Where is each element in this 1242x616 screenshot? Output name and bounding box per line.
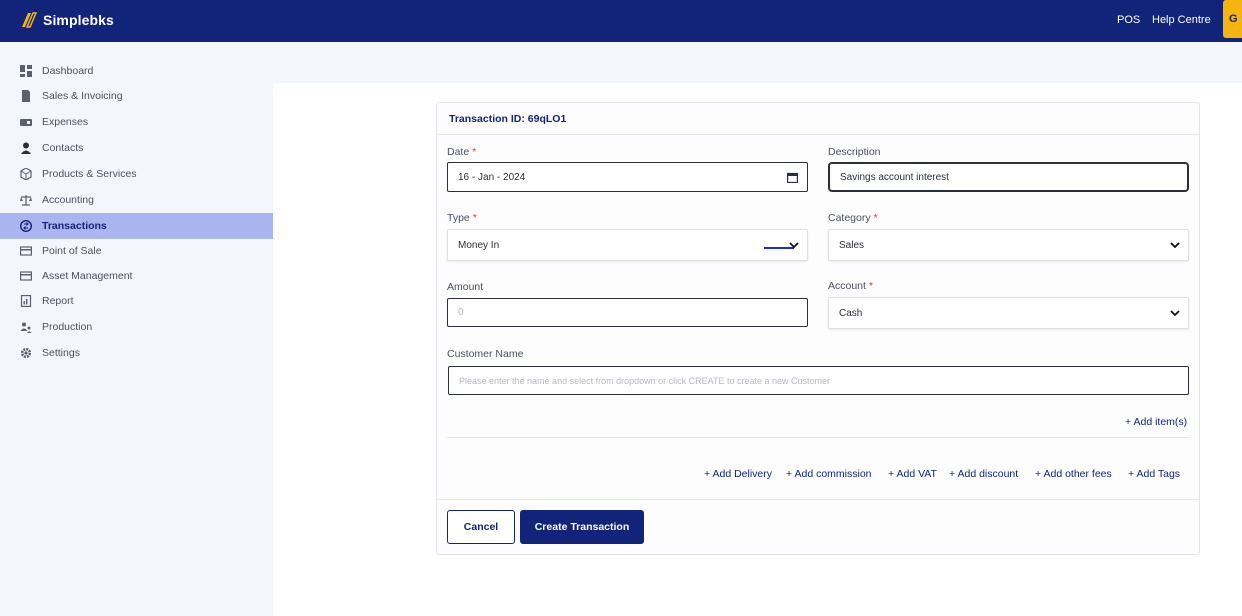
add-tags-link[interactable]: + Add Tags xyxy=(1128,468,1180,480)
divider xyxy=(447,437,1189,438)
scale-icon xyxy=(20,194,32,206)
sidebar-item-label: Report xyxy=(42,295,74,307)
transfer-icon xyxy=(20,220,32,232)
logo-icon xyxy=(22,12,38,28)
type-value: Money In xyxy=(458,239,500,251)
dashboard-icon xyxy=(20,65,32,77)
card-icon xyxy=(20,270,32,282)
add-items-link[interactable]: + Add item(s) xyxy=(1125,416,1187,428)
cancel-button[interactable]: Cancel xyxy=(447,510,515,544)
chevron-down-icon[interactable] xyxy=(1170,308,1180,318)
sidebar-item-expenses[interactable]: Expenses xyxy=(0,109,273,135)
sidebar-item-label: Dashboard xyxy=(42,65,94,77)
amount-placeholder: 0 xyxy=(458,307,464,318)
add-discount-link[interactable]: + Add discount xyxy=(949,468,1018,480)
sidebar-item-report[interactable]: Report xyxy=(0,288,273,314)
brand-logo[interactable]: Simplebks xyxy=(18,9,114,31)
sidebar-item-sales-invoicing[interactable]: Sales & Invoicing xyxy=(0,83,273,109)
sidebar-item-label: Contacts xyxy=(42,142,84,154)
add-commission-link[interactable]: + Add commission xyxy=(786,468,872,480)
sidebar-item-label: Point of Sale xyxy=(42,245,102,257)
gear-icon xyxy=(20,347,32,359)
create-transaction-button[interactable]: Create Transaction xyxy=(520,510,644,544)
date-label: Date * xyxy=(447,146,477,158)
file-icon xyxy=(20,90,32,102)
cta-button[interactable]: G xyxy=(1223,0,1242,38)
wallet-icon xyxy=(20,116,32,128)
sidebar-item-settings[interactable]: Settings xyxy=(0,340,273,366)
description-value: Savings account interest xyxy=(840,171,949,183)
chevron-down-icon[interactable] xyxy=(789,240,799,250)
calendar-icon[interactable] xyxy=(787,172,799,184)
sidebar-item-point-of-sale[interactable]: Point of Sale xyxy=(0,238,273,264)
nav-link-help-centre[interactable]: Help Centre xyxy=(1152,14,1211,26)
type-select[interactable]: Money In xyxy=(447,229,808,261)
sidebar-item-transactions[interactable]: Transactions xyxy=(0,213,273,239)
chevron-down-icon[interactable] xyxy=(1170,240,1180,250)
description-input[interactable]: Savings account interest xyxy=(828,162,1189,192)
customer-name-input[interactable]: Please enter the name and select from dr… xyxy=(448,366,1189,395)
account-label: Account * xyxy=(828,280,873,292)
sidebar-item-label: Production xyxy=(42,321,93,333)
amount-input[interactable]: 0 xyxy=(447,298,808,327)
sidebar-item-label: Transactions xyxy=(42,220,107,232)
sidebar-item-label: Settings xyxy=(42,347,80,359)
type-label: Type * xyxy=(447,212,477,224)
date-input[interactable]: 16 - Jan - 2024 xyxy=(447,162,808,192)
sidebar-item-label: Accounting xyxy=(42,194,94,206)
brand-name: Simplebks xyxy=(43,12,114,28)
sidebar-item-label: Sales & Invoicing xyxy=(42,90,123,102)
customer-name-placeholder: Please enter the name and select from dr… xyxy=(459,375,831,386)
sidebar-item-accounting[interactable]: Accounting xyxy=(0,187,273,213)
date-value: 16 - Jan - 2024 xyxy=(458,171,526,183)
nav-link-pos[interactable]: POS xyxy=(1117,14,1140,26)
customer-name-label: Customer Name xyxy=(447,348,524,360)
add-other-fees-link[interactable]: + Add other fees xyxy=(1035,468,1112,480)
transaction-form-card: Transaction ID: 69qLO1 Date * 16 - Jan -… xyxy=(436,102,1200,555)
account-value: Cash xyxy=(839,307,863,319)
box-icon xyxy=(20,168,32,180)
sidebar-item-label: Products & Services xyxy=(42,168,137,180)
account-select[interactable]: Cash xyxy=(828,297,1189,329)
sidebar: Dashboard Sales & Invoicing Expenses Con… xyxy=(0,42,273,616)
add-delivery-link[interactable]: + Add Delivery xyxy=(704,468,772,480)
category-select[interactable]: Sales xyxy=(828,229,1189,261)
top-bar: Simplebks POS Help Centre G xyxy=(0,0,1242,42)
description-label: Description xyxy=(828,146,881,158)
sidebar-item-asset-management[interactable]: Asset Management xyxy=(0,263,273,289)
transaction-id: Transaction ID: 69qLO1 xyxy=(437,103,1199,135)
add-vat-link[interactable]: + Add VAT xyxy=(888,468,937,480)
sidebar-item-contacts[interactable]: Contacts xyxy=(0,135,273,161)
category-value: Sales xyxy=(839,239,865,251)
amount-label: Amount xyxy=(447,281,484,293)
sidebar-item-production[interactable]: Production xyxy=(0,314,273,340)
people-icon xyxy=(20,321,32,333)
category-label: Category * xyxy=(828,212,878,224)
sidebar-item-dashboard[interactable]: Dashboard xyxy=(0,58,273,84)
report-icon xyxy=(20,295,32,307)
user-icon xyxy=(20,142,32,154)
card-icon xyxy=(20,245,32,257)
sidebar-item-label: Expenses xyxy=(42,116,89,128)
sidebar-item-label: Asset Management xyxy=(42,270,133,282)
sidebar-item-products-services[interactable]: Products & Services xyxy=(0,161,273,187)
footer-divider xyxy=(437,499,1199,500)
